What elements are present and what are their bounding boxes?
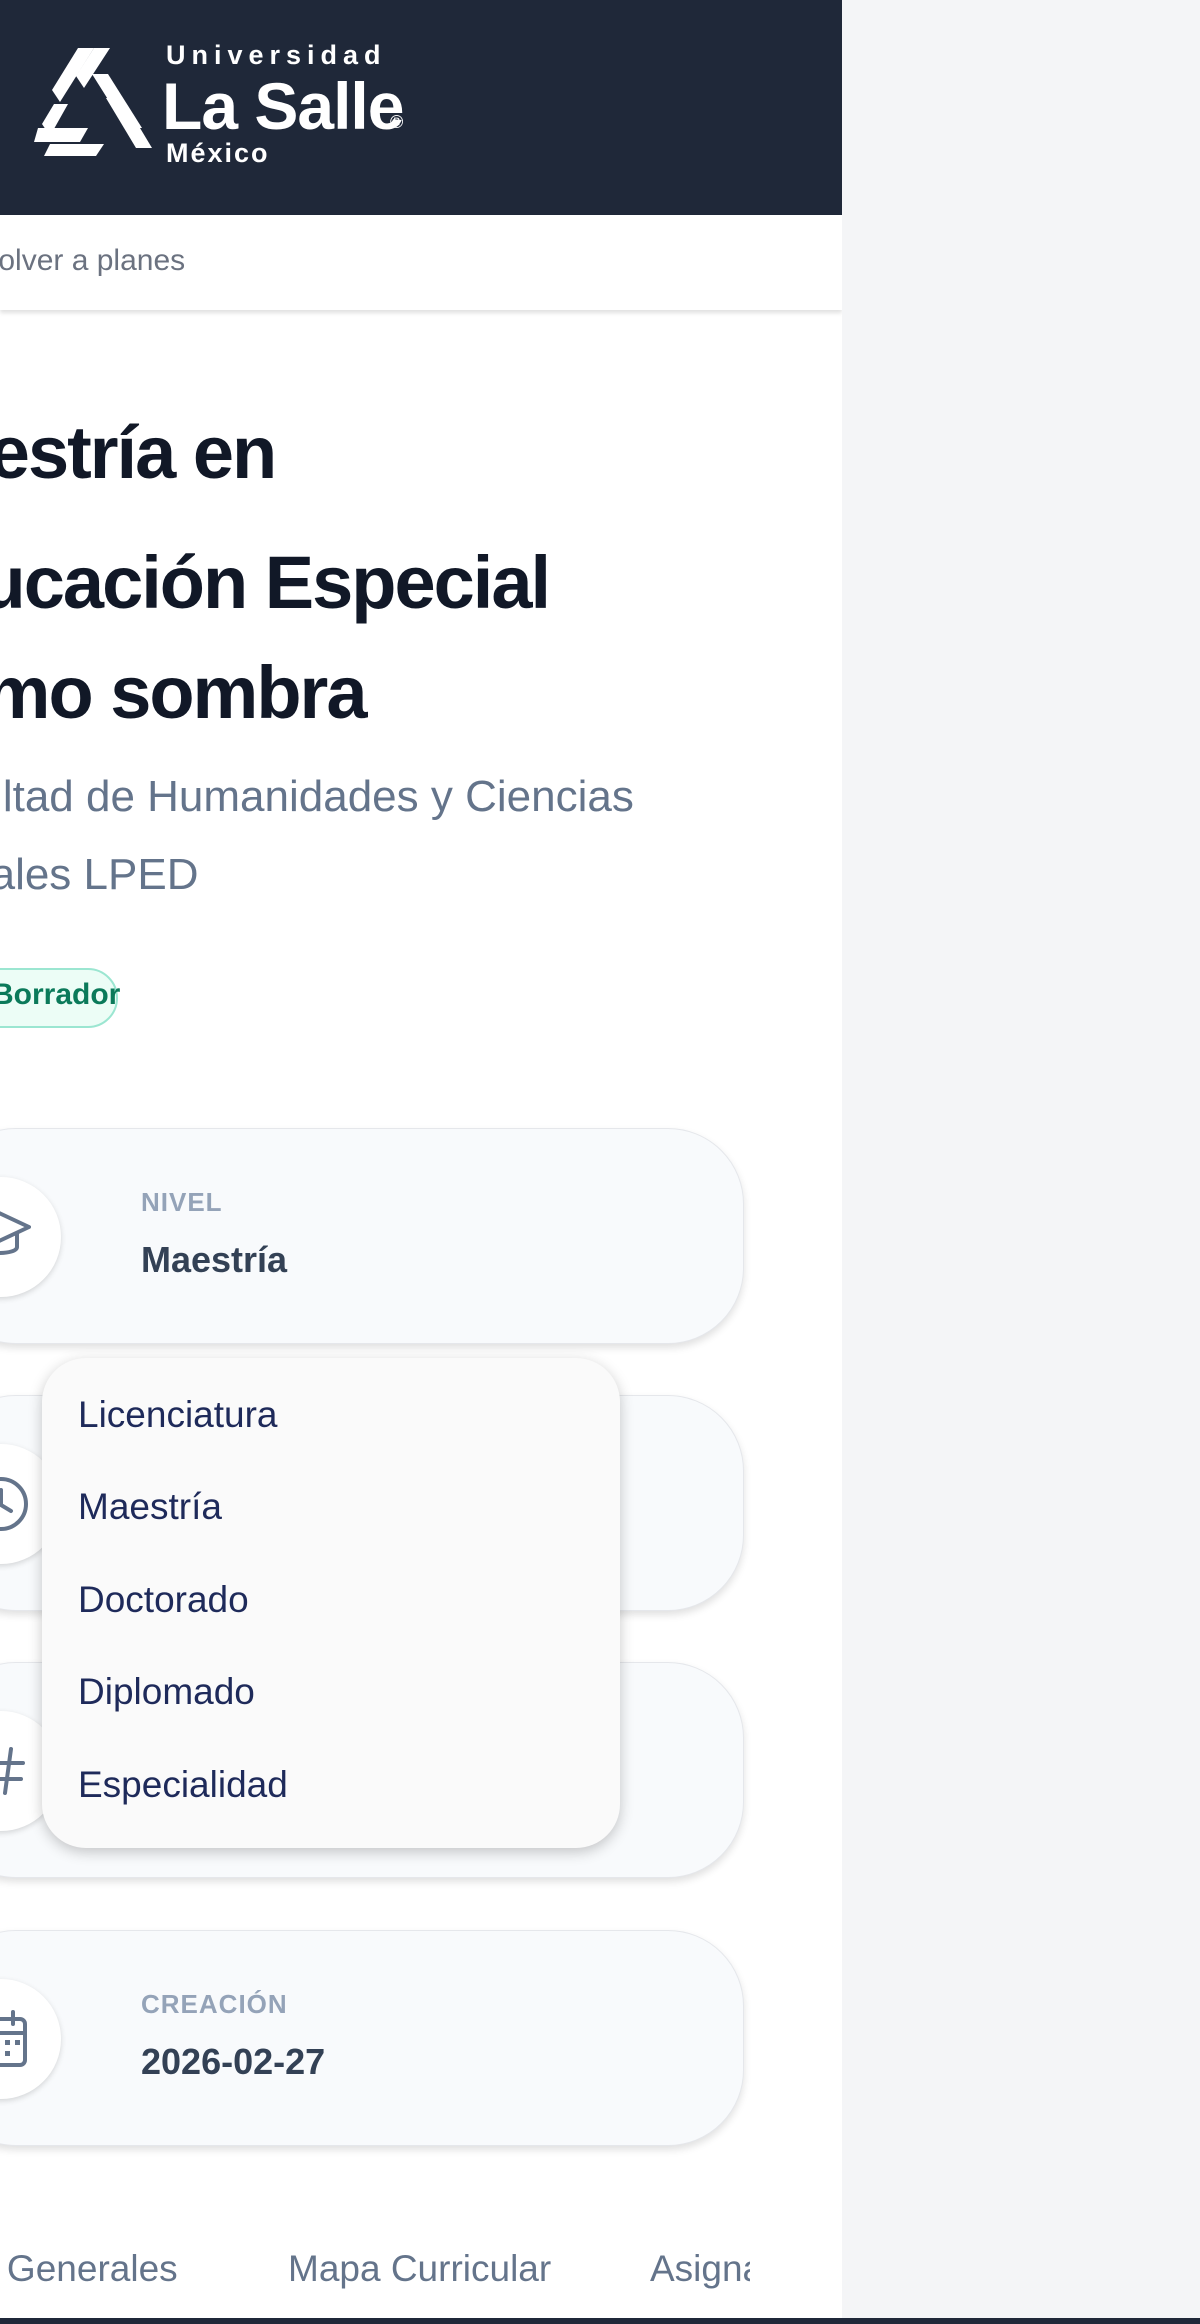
la-salle-star-logo	[34, 48, 152, 156]
info-card-created[interactable]: CREACIÓN 2026-02-27	[0, 1930, 744, 2146]
page-title-line-3: Como sombra	[0, 651, 368, 734]
back-to-plans-link[interactable]: Volver a planes	[0, 244, 185, 278]
created-label: CREACIÓN	[141, 1989, 288, 2019]
level-dropdown-menu: Licenciatura Maestría Doctorado Diplomad…	[42, 1358, 620, 1848]
logo-registered-mark: ®	[390, 112, 404, 132]
level-icon-badge	[0, 1177, 61, 1297]
faculty-line-1: Facultad de Humanidades y Ciencias	[0, 772, 634, 821]
dropdown-option-diplomado[interactable]: Diplomado	[78, 1671, 255, 1713]
app-header: Universidad La Salle ® México	[0, 0, 842, 215]
dropdown-option-especialidad[interactable]: Especialidad	[78, 1764, 288, 1806]
tab-general-data[interactable]: Datos Generales	[0, 2248, 178, 2290]
page-title-line-1: Maestría en	[0, 411, 277, 494]
calendar-icon	[0, 2010, 27, 2067]
clock-icon	[0, 1477, 28, 1531]
created-icon-badge	[0, 1979, 61, 2099]
dropdown-option-maestria[interactable]: Maestría	[78, 1486, 222, 1528]
status-badge-label: Borrador	[0, 978, 121, 1011]
logo-subscript: México	[166, 138, 270, 168]
dropdown-option-doctorado[interactable]: Doctorado	[78, 1579, 249, 1621]
hash-icon	[0, 1747, 25, 1795]
tab-curricular-map[interactable]: Mapa Curricular	[288, 2248, 551, 2290]
bottom-edge-bar	[0, 2318, 1200, 2324]
level-label: NIVEL	[141, 1187, 223, 1217]
tab-subjects[interactable]: Asignaturas	[650, 2248, 750, 2290]
logo-name: La Salle	[162, 69, 404, 143]
level-value: Maestría	[141, 1239, 288, 1280]
info-card-level[interactable]: NIVEL Maestría	[0, 1128, 744, 1344]
main-panel: Universidad La Salle ® México Volver a p…	[0, 0, 842, 2324]
page-title-line-2: Educación Especial	[0, 541, 551, 624]
graduation-cap-icon	[0, 1211, 31, 1255]
dropdown-option-licenciatura[interactable]: Licenciatura	[78, 1394, 278, 1436]
faculty-line-2: Sociales LPED	[0, 850, 199, 899]
created-value: 2026-02-27	[141, 2041, 326, 2082]
